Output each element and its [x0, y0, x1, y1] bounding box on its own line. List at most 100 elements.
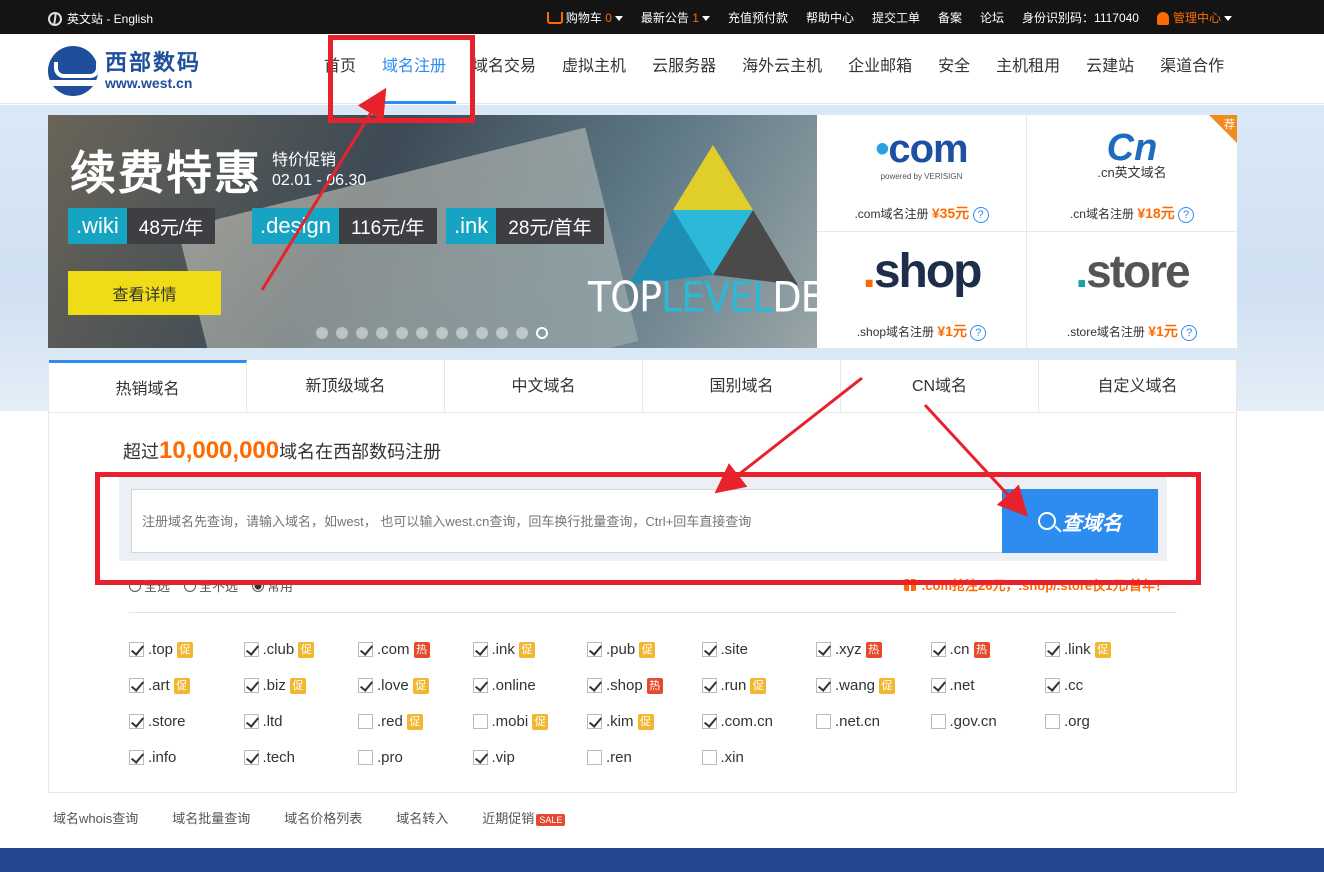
tld-checkbox-item[interactable]: .site: [701, 641, 748, 658]
nav-enterprise-mail[interactable]: 企业邮箱: [848, 34, 912, 104]
checkbox[interactable]: [243, 714, 259, 729]
checkbox[interactable]: [358, 678, 373, 693]
tld-checkbox-item[interactable]: .pro: [358, 749, 403, 766]
tld-checkbox-item[interactable]: .club 促: [243, 641, 315, 658]
tld-checkbox-item[interactable]: .top 促: [129, 641, 194, 658]
promo-banner[interactable]: 续费特惠 特价促销 02.01 - 06.30 .wiki 48元/年 .des…: [48, 115, 817, 348]
price-list-link[interactable]: 域名价格列表: [284, 808, 362, 827]
nav-channel[interactable]: 渠道合作: [1160, 34, 1224, 104]
checkbox[interactable]: [129, 642, 144, 657]
carousel-dot[interactable]: [336, 327, 348, 339]
tld-checkbox-item[interactable]: .org: [1045, 713, 1090, 730]
carousel-dot[interactable]: [516, 327, 528, 339]
carousel-dot[interactable]: [316, 327, 328, 339]
tld-checkbox-item[interactable]: .ltd: [243, 713, 283, 730]
carousel-dot[interactable]: [436, 327, 448, 339]
checkbox[interactable]: [1045, 642, 1060, 657]
tld-checkbox-item[interactable]: .com 热: [358, 641, 430, 658]
cart-link[interactable]: 购物车 0: [546, 9, 623, 26]
checkbox[interactable]: [243, 750, 259, 765]
tld-checkbox-item[interactable]: .xin: [701, 749, 744, 766]
promo-cell-com[interactable]: •com powered by VERISIGN .com域名注册 ¥35元 ?: [817, 115, 1027, 232]
nav-overseas-cloud[interactable]: 海外云主机: [742, 34, 822, 104]
help-icon[interactable]: ?: [1178, 206, 1195, 223]
promo-cell-cn[interactable]: 荐 Cn .cn英文域名 .cn域名注册 ¥18元 ?: [1027, 115, 1237, 232]
tld-checkbox-item[interactable]: .mobi 促: [472, 713, 549, 730]
checkbox[interactable]: [129, 678, 144, 693]
recharge-link[interactable]: 充值预付款: [728, 9, 788, 26]
checkbox[interactable]: [587, 678, 602, 693]
checkbox[interactable]: [129, 750, 144, 765]
carousel-dot[interactable]: [356, 327, 368, 339]
checkbox[interactable]: [587, 642, 602, 657]
tld-checkbox-item[interactable]: .cn 热: [930, 641, 990, 658]
tld-checkbox-item[interactable]: .red 促: [358, 713, 423, 730]
checkbox[interactable]: [358, 714, 373, 729]
carousel-dot[interactable]: [536, 327, 548, 339]
nav-security[interactable]: 安全: [938, 34, 970, 104]
tab-hot[interactable]: 热销域名: [49, 360, 247, 413]
checkbox[interactable]: [1045, 714, 1060, 729]
tld-checkbox-item[interactable]: .xyz 热: [816, 641, 882, 658]
tld-checkbox-item[interactable]: .art 促: [129, 677, 190, 694]
checkbox[interactable]: [930, 678, 946, 693]
tab-country[interactable]: 国别域名: [643, 360, 841, 413]
checkbox[interactable]: [587, 714, 602, 729]
checkbox[interactable]: [701, 750, 717, 765]
promo-cell-shop[interactable]: .shop .shop域名注册 ¥1元 ?: [817, 232, 1027, 349]
checkbox[interactable]: [243, 642, 259, 657]
checkbox[interactable]: [472, 714, 488, 729]
forum-link[interactable]: 论坛: [980, 9, 1004, 26]
tld-checkbox-item[interactable]: .shop 热: [587, 677, 663, 694]
carousel-dot[interactable]: [476, 327, 488, 339]
tld-checkbox-item[interactable]: .cc: [1045, 677, 1083, 694]
help-icon[interactable]: ?: [1181, 324, 1198, 341]
checkbox[interactable]: [930, 714, 946, 729]
checkbox[interactable]: [701, 678, 717, 693]
tld-checkbox-item[interactable]: .online: [472, 677, 536, 694]
tab-custom[interactable]: 自定义域名: [1039, 360, 1236, 413]
checkbox[interactable]: [472, 678, 488, 693]
view-details-button[interactable]: 查看详情: [68, 271, 221, 315]
checkbox[interactable]: [1045, 678, 1060, 693]
tab-cn[interactable]: CN域名: [841, 360, 1039, 413]
help-center-link[interactable]: 帮助中心: [806, 9, 854, 26]
help-icon[interactable]: ?: [972, 206, 989, 223]
carousel-dot[interactable]: [496, 327, 508, 339]
language-switch[interactable]: 英文站 - English: [48, 10, 153, 27]
checkbox[interactable]: [358, 642, 373, 657]
nav-site-builder[interactable]: 云建站: [1086, 34, 1134, 104]
submit-ticket-link[interactable]: 提交工单: [872, 9, 920, 26]
carousel-dot[interactable]: [416, 327, 428, 339]
tld-checkbox-item[interactable]: .vip: [472, 749, 515, 766]
whois-link[interactable]: 域名whois查询: [53, 808, 138, 827]
help-icon[interactable]: ?: [970, 324, 987, 341]
batch-query-link[interactable]: 域名批量查询: [172, 808, 250, 827]
tld-checkbox-item[interactable]: .net: [930, 677, 975, 694]
checkbox[interactable]: [587, 750, 602, 765]
tld-checkbox-item[interactable]: .pub 促: [587, 641, 656, 658]
tld-checkbox-item[interactable]: .kim 促: [587, 713, 654, 730]
checkbox[interactable]: [816, 642, 831, 657]
nav-host-rental[interactable]: 主机租用: [996, 34, 1060, 104]
transfer-link[interactable]: 域名转入: [396, 808, 448, 827]
nav-cloud-server[interactable]: 云服务器: [652, 34, 716, 104]
carousel-dot[interactable]: [396, 327, 408, 339]
tab-chinese[interactable]: 中文域名: [445, 360, 643, 413]
tld-checkbox-item[interactable]: .tech: [243, 749, 295, 766]
site-logo[interactable]: 西部数码 www.west.cn: [48, 46, 201, 96]
checkbox[interactable]: [816, 678, 831, 693]
carousel-dot[interactable]: [456, 327, 468, 339]
recent-promo-link[interactable]: 近期促销 SALE: [482, 808, 566, 827]
admin-center-link[interactable]: 管理中心: [1156, 9, 1232, 26]
tld-checkbox-item[interactable]: .net.cn: [816, 713, 880, 730]
tld-checkbox-item[interactable]: .com.cn: [701, 713, 773, 730]
checkbox[interactable]: [472, 750, 488, 765]
checkbox[interactable]: [472, 642, 488, 657]
tld-checkbox-item[interactable]: .biz 促: [243, 677, 306, 694]
promo-cell-store[interactable]: .store .store域名注册 ¥1元 ?: [1027, 232, 1237, 349]
tld-checkbox-item[interactable]: .gov.cn: [930, 713, 997, 730]
tld-checkbox-item[interactable]: .wang 促: [816, 677, 896, 694]
checkbox[interactable]: [243, 678, 259, 693]
nav-virtual-host[interactable]: 虚拟主机: [562, 34, 626, 104]
